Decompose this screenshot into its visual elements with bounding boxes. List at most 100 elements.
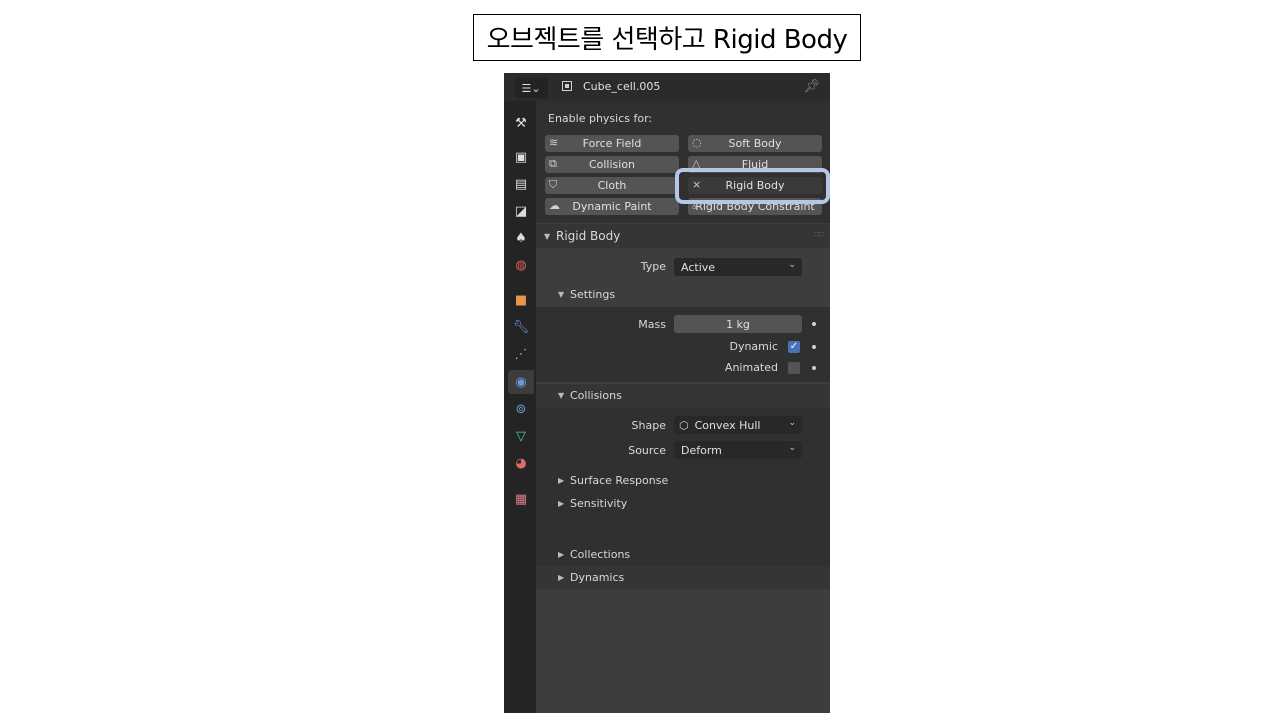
source-row: Source Deform ⌄ xyxy=(536,441,830,459)
properties-panel: ☰⌄ Cube_cell.005 📌︎ ⚒ ▣ ▤ ◪ ♠ ◍ ■ 🔧︎ ⋰ ◉… xyxy=(504,73,830,713)
animated-row: Animated xyxy=(536,359,830,377)
surface-response-title: Surface Response xyxy=(570,474,669,487)
animated-checkbox[interactable] xyxy=(788,362,800,374)
tab-modifiers[interactable]: 🔧︎ xyxy=(508,315,534,339)
cloth-icon: ⛉ xyxy=(549,178,558,191)
properties-tabs: ⚒ ▣ ▤ ◪ ♠ ◍ ■ 🔧︎ ⋰ ◉ ⊚ ▽ ◕ ▦ xyxy=(504,101,536,713)
material-icon: ◕ xyxy=(515,455,527,471)
settings-body: Mass 1 kg Dynamic ✓ Animated xyxy=(536,307,830,382)
mass-value: 1 kg xyxy=(726,317,750,331)
shape-label: Shape xyxy=(631,419,666,432)
rigid-body-highlight xyxy=(675,168,830,204)
keyframe-dot-icon[interactable] xyxy=(812,322,816,326)
expand-triangle-icon: ▼ xyxy=(558,290,565,299)
force-field-label: Force Field xyxy=(582,137,642,150)
pin-icon[interactable]: 📌︎ xyxy=(803,79,820,94)
keyframe-dot-icon[interactable] xyxy=(812,366,816,370)
chevron-down-icon: ⌄ xyxy=(788,260,796,270)
instruction-caption: 오브젝트를 선택하고 Rigid Body xyxy=(473,14,861,61)
enable-physics-section: Enable physics for: ≋ Force Field ◌ Soft… xyxy=(536,101,830,223)
output-icon: ▤ xyxy=(514,176,528,192)
tab-render[interactable]: ▣ xyxy=(508,145,534,169)
wrench-icon: 🔧︎ xyxy=(512,319,530,335)
settings-title: Settings xyxy=(570,288,616,301)
settings-subpanel-header[interactable]: ▼ Settings xyxy=(536,283,830,307)
enable-physics-label: Enable physics for: xyxy=(548,112,653,125)
source-dropdown[interactable]: Deform ⌄ xyxy=(674,441,802,459)
dynamic-checkbox[interactable]: ✓ xyxy=(788,341,800,353)
constraints-icon: ⊚ xyxy=(515,401,527,417)
sensitivity-title: Sensitivity xyxy=(570,497,628,510)
collision-label: Collision xyxy=(588,158,636,171)
keyframe-dot-icon[interactable] xyxy=(812,345,816,349)
type-dropdown[interactable]: Active ⌄ xyxy=(674,258,802,276)
tab-data[interactable]: ▽ xyxy=(508,424,534,448)
texture-icon: ▦ xyxy=(514,491,528,507)
collisions-body: Shape ⬡ Convex Hull ⌄ Source Deform ⌄ ▶ … xyxy=(536,408,830,543)
tab-physics[interactable]: ◉ xyxy=(508,370,534,394)
rigid-body-title: Rigid Body xyxy=(556,229,621,243)
collisions-subpanel-header[interactable]: ▼ Collisions xyxy=(536,384,830,408)
sensitivity-subpanel[interactable]: ▶ Sensitivity xyxy=(536,492,627,515)
particles-icon: ⋰ xyxy=(514,346,528,362)
collisions-title: Collisions xyxy=(570,389,622,402)
mass-label: Mass xyxy=(638,318,666,331)
mass-field[interactable]: 1 kg xyxy=(674,315,802,333)
dynamics-title: Dynamics xyxy=(570,571,625,584)
dynamic-row: Dynamic ✓ xyxy=(536,338,830,356)
shape-value: Convex Hull xyxy=(694,418,761,432)
soft-body-button[interactable]: ◌ Soft Body xyxy=(688,135,822,152)
tab-material[interactable]: ◕ xyxy=(508,451,534,475)
object-icon xyxy=(562,81,572,91)
properties-editor-icon: ☰⌄ xyxy=(521,81,541,95)
tab-world[interactable]: ◍ xyxy=(508,253,534,277)
collapse-triangle-icon: ▶ xyxy=(558,476,565,485)
editor-type-button[interactable]: ☰⌄ xyxy=(514,78,548,98)
tab-constraints[interactable]: ⊚ xyxy=(508,397,534,421)
dynamics-subpanel[interactable]: ▶ Dynamics xyxy=(536,566,830,589)
properties-header: ☰⌄ Cube_cell.005 📌︎ xyxy=(504,73,830,101)
soft-body-icon: ◌ xyxy=(692,136,702,149)
tab-scene[interactable]: ♠ xyxy=(508,226,534,250)
dynamic-paint-button[interactable]: ☁ Dynamic Paint xyxy=(545,198,679,215)
tab-view-layer[interactable]: ◪ xyxy=(508,199,534,223)
collapse-triangle-icon: ▶ xyxy=(558,499,565,508)
tab-object[interactable]: ■ xyxy=(508,288,534,312)
source-value: Deform xyxy=(681,443,722,457)
cloth-button[interactable]: ⛉ Cloth xyxy=(545,177,679,194)
surface-response-subpanel[interactable]: ▶ Surface Response xyxy=(536,469,668,492)
physics-content: Enable physics for: ≋ Force Field ◌ Soft… xyxy=(536,101,830,713)
dynamic-paint-icon: ☁ xyxy=(549,199,560,212)
expand-triangle-icon: ▼ xyxy=(558,391,565,400)
tool-icon: ⚒ xyxy=(515,115,527,131)
rigid-body-panel-header[interactable]: ▼ Rigid Body ∷∷ xyxy=(536,224,830,248)
view-layer-icon: ◪ xyxy=(514,203,528,219)
mass-row: Mass 1 kg xyxy=(536,315,830,333)
dynamic-label: Dynamic xyxy=(729,340,778,353)
tab-particles[interactable]: ⋰ xyxy=(508,342,534,366)
force-field-button[interactable]: ≋ Force Field xyxy=(545,135,679,152)
dynamic-paint-label: Dynamic Paint xyxy=(572,200,652,213)
drag-handle-icon[interactable]: ∷∷ xyxy=(814,230,824,239)
shape-row: Shape ⬡ Convex Hull ⌄ xyxy=(536,416,830,434)
physics-icon: ◉ xyxy=(515,374,527,390)
collections-subpanel[interactable]: ▶ Collections xyxy=(536,543,830,566)
tab-output[interactable]: ▤ xyxy=(508,172,534,196)
render-icon: ▣ xyxy=(514,149,528,165)
collision-button[interactable]: ⧉ Collision xyxy=(545,156,679,173)
chevron-down-icon: ⌄ xyxy=(788,443,796,453)
tab-texture[interactable]: ▦ xyxy=(508,487,534,511)
collision-icon: ⧉ xyxy=(549,157,557,170)
world-icon: ◍ xyxy=(515,257,527,273)
type-label: Type xyxy=(640,260,666,273)
type-row: Type Active ⌄ xyxy=(536,258,830,276)
shape-dropdown[interactable]: ⬡ Convex Hull ⌄ xyxy=(674,416,802,434)
convex-hull-icon: ⬡ xyxy=(679,418,689,432)
collapse-triangle-icon: ▶ xyxy=(558,550,565,559)
object-name: Cube_cell.005 xyxy=(583,80,661,93)
chevron-down-icon: ⌄ xyxy=(788,418,796,428)
collapse-triangle-icon: ▶ xyxy=(558,573,565,582)
type-value: Active xyxy=(681,260,716,274)
mesh-data-icon: ▽ xyxy=(516,428,526,444)
tab-tool[interactable]: ⚒ xyxy=(508,111,534,135)
